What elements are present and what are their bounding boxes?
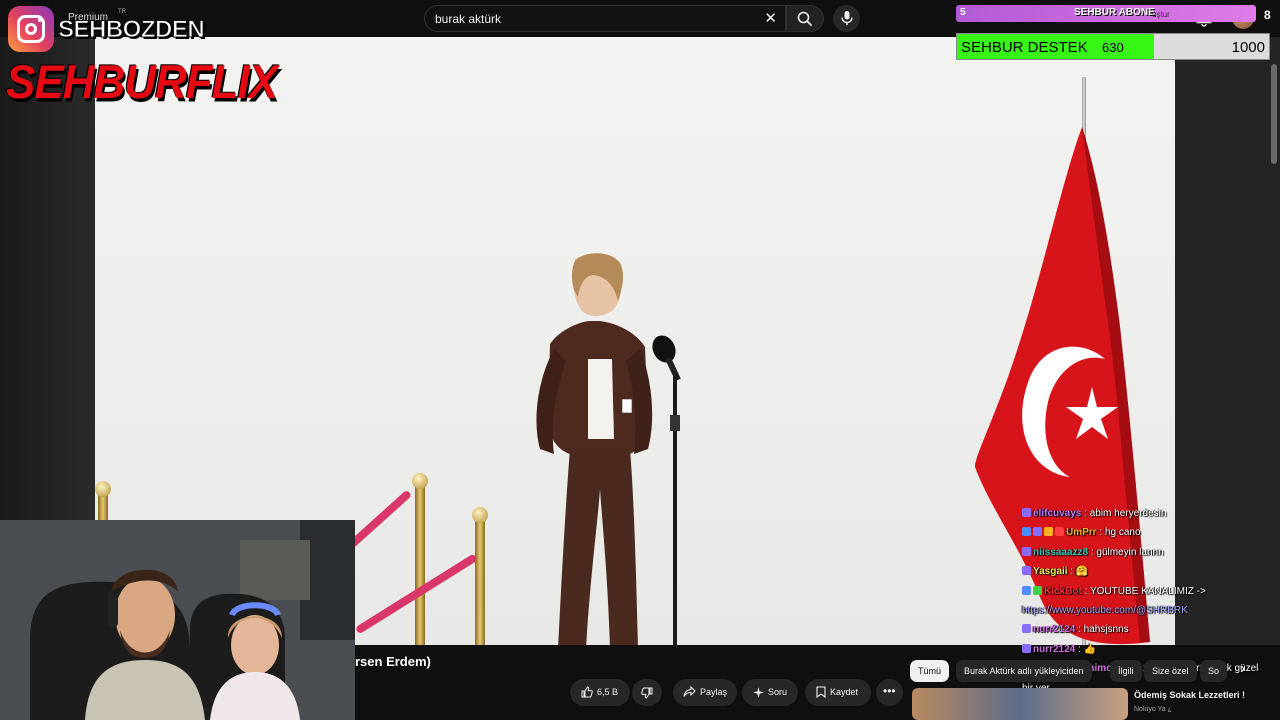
stanchion-top-middle	[412, 473, 428, 489]
stanchion-right	[475, 515, 485, 645]
subscriber-goal-extra: uştur	[1152, 10, 1170, 19]
chat-username: Yasgaii	[1033, 566, 1068, 578]
premium-region: TR	[118, 9, 126, 15]
instagram-icon	[8, 6, 54, 52]
chat-username: elifcuvays	[1033, 508, 1082, 519]
like-button[interactable]: 6,5 B	[570, 679, 630, 706]
chat-message: nurr2124 : hahsjsnns	[1022, 620, 1272, 639]
brand-logo: SEHBURFLIX	[6, 56, 278, 109]
rope-left	[347, 489, 413, 549]
search-icon	[797, 11, 813, 27]
recommendation-thumbnail[interactable]	[912, 688, 1128, 720]
chat-badge-icon	[1044, 527, 1053, 537]
chat-text: : 🤗	[1067, 566, 1089, 578]
chat-message: niissaaazz8 : gülmeyin lannn	[1022, 543, 1272, 562]
video-title: rsen Erdem)	[355, 654, 431, 669]
chat-badge-icon	[1022, 624, 1031, 634]
chat-overlay: elifcuvays : abim heryerdesin UmPrr : hg …	[1022, 504, 1272, 717]
recommendation-title[interactable]: Ödemiş Sokak Lezzetleri !	[1134, 690, 1245, 700]
donation-goal-value: 630	[1102, 40, 1124, 55]
chat-username: niissaaazz8	[1033, 546, 1089, 558]
chat-text: : hg cano	[1096, 527, 1141, 539]
subscriber-goal-label: SEHBUR ABONE	[1074, 7, 1155, 18]
chat-username: UmPrr	[1066, 527, 1097, 539]
stanchion-middle	[415, 481, 425, 645]
voice-search-button[interactable]	[833, 5, 860, 32]
chat-message: Yasgaii : 🤗	[1022, 562, 1272, 581]
save-label: Kaydet	[830, 687, 859, 697]
chat-badge-icon	[1033, 585, 1042, 595]
chat-message: nurr2124 : 👍	[1022, 640, 1272, 659]
sparkle-icon	[753, 687, 764, 698]
ask-label: Soru	[768, 687, 788, 697]
share-icon	[683, 686, 696, 697]
more-actions-button[interactable]: •••	[876, 679, 903, 706]
chat-badge-icon	[1022, 546, 1031, 556]
standing-person	[536, 253, 653, 645]
stanchion-top-left	[95, 481, 111, 497]
chat-message: https://www.youtube.com/@SHRBRK	[1022, 601, 1272, 620]
notification-count: 8	[1264, 8, 1271, 22]
chat-text[interactable]: https://www.youtube.com/@SHRBRK	[1022, 605, 1188, 616]
chat-text: : gülmeyin lannn	[1088, 546, 1164, 558]
like-count: 6,5 B	[597, 687, 619, 697]
search-box[interactable]: burak aktürk ✕	[424, 5, 786, 32]
search-button[interactable]	[786, 5, 824, 32]
chat-text: : YOUTUBE KANALIMIZ ->	[1081, 585, 1206, 597]
chip[interactable]: Burak Aktürk adlı yükleyiciden	[956, 660, 1092, 682]
chat-badge-icon	[1022, 508, 1031, 517]
share-label: Paylaş	[700, 687, 728, 697]
chat-badge-icon	[1033, 527, 1042, 537]
dislike-button[interactable]	[632, 679, 662, 706]
save-button[interactable]: Kaydet	[805, 679, 871, 706]
instagram-handle: SEHBOZDEN	[57, 16, 205, 44]
chat-text: : 👍	[1075, 643, 1097, 655]
subscriber-count: 5	[960, 7, 966, 18]
donation-goal-target: 1000	[1231, 39, 1265, 56]
chat-username: nurr2124	[1033, 624, 1076, 636]
thumbs-down-icon	[641, 687, 653, 699]
chip[interactable]: So	[1200, 660, 1228, 682]
share-button[interactable]: Paylaş	[673, 679, 737, 706]
chevron-right-icon[interactable]: ›	[1240, 660, 1245, 678]
chip[interactable]: İlgili	[1110, 660, 1142, 682]
microphone-icon	[841, 11, 853, 25]
chat-text: : hahsjsnns	[1075, 624, 1129, 636]
donation-goal-bar: SEHBUR DESTEK 630 1000	[956, 33, 1270, 60]
stream-screen: burak aktürk ✕ 8 Premium TR SEHBOZDEN SE…	[0, 0, 1280, 720]
thumbs-up-icon	[581, 686, 593, 698]
bookmark-icon	[816, 686, 826, 698]
recommendation-channel[interactable]: Noluyo Ya ¿	[1134, 706, 1172, 713]
chip[interactable]: Tümü	[910, 660, 950, 682]
chat-badge-icon	[1022, 527, 1031, 537]
chat-username: KickBot	[1044, 585, 1082, 597]
chat-message: KickBot : YOUTUBE KANALIMIZ ->	[1022, 582, 1272, 601]
ask-button[interactable]: Soru	[742, 679, 798, 706]
chat-username: nurr2124	[1033, 643, 1076, 655]
chat-message: UmPrr : hg cano	[1022, 523, 1272, 542]
subscriber-goal-bar: 5 SEHBUR ABONE uştur	[956, 5, 1256, 22]
search-input[interactable]: burak aktürk	[435, 12, 501, 26]
chat-text: : abim heryerdesin	[1081, 508, 1167, 519]
more-icon: •••	[883, 684, 896, 698]
chat-badge-icon	[1022, 585, 1031, 595]
donation-goal-label: SEHBUR DESTEK	[961, 39, 1088, 56]
chat-badge-icon	[1055, 527, 1064, 537]
stanchion-top-right	[472, 507, 488, 523]
chat-badge-icon	[1022, 643, 1031, 653]
chip[interactable]: Size özel	[1144, 660, 1197, 682]
scrollbar[interactable]	[1271, 64, 1277, 164]
chat-message: elifcuvays : abim heryerdesin	[1022, 504, 1272, 523]
webcam-feed	[0, 520, 355, 720]
webcam-scene	[0, 520, 355, 720]
clear-search-icon[interactable]: ✕	[764, 9, 777, 27]
chat-badge-icon	[1022, 566, 1031, 576]
